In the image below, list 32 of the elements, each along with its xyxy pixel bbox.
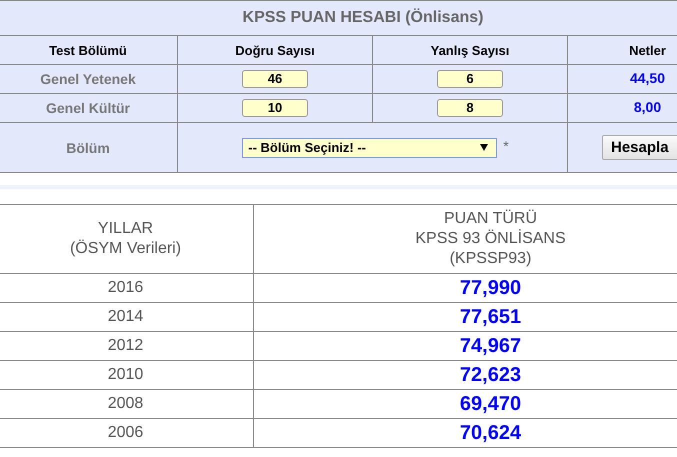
- calculator-title: KPSS PUAN HESABI (Önlisans): [242, 9, 484, 26]
- section-label: Bölüm: [66, 140, 110, 156]
- net-score: 44,50: [630, 70, 666, 86]
- section-dropdown[interactable]: -- Bölüm Seçiniz! --: [242, 138, 498, 158]
- net-score: 8,00: [634, 99, 662, 115]
- year-cell: 2010: [108, 366, 144, 383]
- test-name: Genel Kültür: [46, 100, 130, 116]
- required-mark: *: [503, 138, 509, 154]
- calculate-button[interactable]: Hesapla: [602, 135, 677, 160]
- score-value: 70,624: [460, 422, 522, 444]
- column-header: PUAN TÜRÜ KPSS 93 ÖNLİSANS (KPSSP93): [415, 210, 566, 267]
- year-cell: 2008: [108, 395, 144, 412]
- score-value: 74,967: [460, 334, 522, 356]
- year-cell: 2016: [108, 279, 144, 296]
- score-value: 72,623: [460, 364, 522, 386]
- column-header: Netler: [629, 42, 666, 58]
- wrong-count-field[interactable]: 8: [437, 98, 503, 117]
- score-value: 77,651: [460, 306, 522, 328]
- column-header: YILLAR (ÖSYM Verileri): [70, 220, 182, 257]
- correct-count-field[interactable]: 10: [242, 98, 308, 117]
- year-cell: 2012: [108, 337, 144, 354]
- year-cell: 2006: [108, 424, 144, 441]
- column-header: Test Bölümü: [49, 42, 127, 58]
- column-header: Yanlış Sayısı: [430, 42, 510, 58]
- score-value: 69,470: [460, 392, 522, 414]
- column-header: Doğru Sayısı: [235, 42, 315, 58]
- wrong-count-field[interactable]: 6: [437, 70, 503, 88]
- test-name: Genel Yetenek: [40, 71, 136, 87]
- correct-count-field[interactable]: 46: [242, 70, 308, 88]
- year-cell: 2014: [108, 308, 144, 325]
- caret-icon: [480, 144, 488, 151]
- score-value: 77,990: [460, 276, 522, 298]
